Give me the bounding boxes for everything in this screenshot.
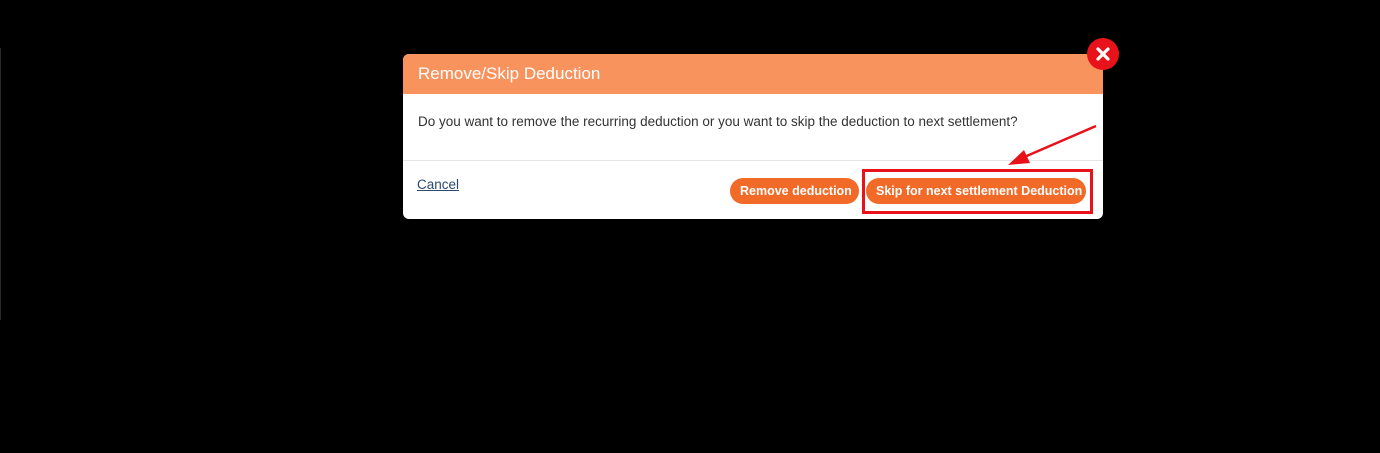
dialog-header: Remove/Skip Deduction bbox=[403, 54, 1103, 94]
remove-skip-deduction-dialog: Remove/Skip Deduction Do you want to rem… bbox=[403, 54, 1103, 219]
dialog-body: Do you want to remove the recurring dedu… bbox=[403, 94, 1103, 161]
close-icon bbox=[1096, 47, 1110, 61]
dialog-footer: Cancel Remove deduction Skip for next se… bbox=[403, 161, 1103, 219]
skip-next-settlement-button[interactable]: Skip for next settlement Deduction bbox=[866, 178, 1086, 204]
remove-deduction-button[interactable]: Remove deduction bbox=[730, 178, 859, 204]
close-button[interactable] bbox=[1087, 38, 1119, 70]
dialog-title: Remove/Skip Deduction bbox=[418, 64, 601, 83]
background-edge bbox=[0, 48, 1, 320]
dialog-message: Do you want to remove the recurring dedu… bbox=[418, 114, 1018, 129]
cancel-link[interactable]: Cancel bbox=[417, 177, 459, 192]
